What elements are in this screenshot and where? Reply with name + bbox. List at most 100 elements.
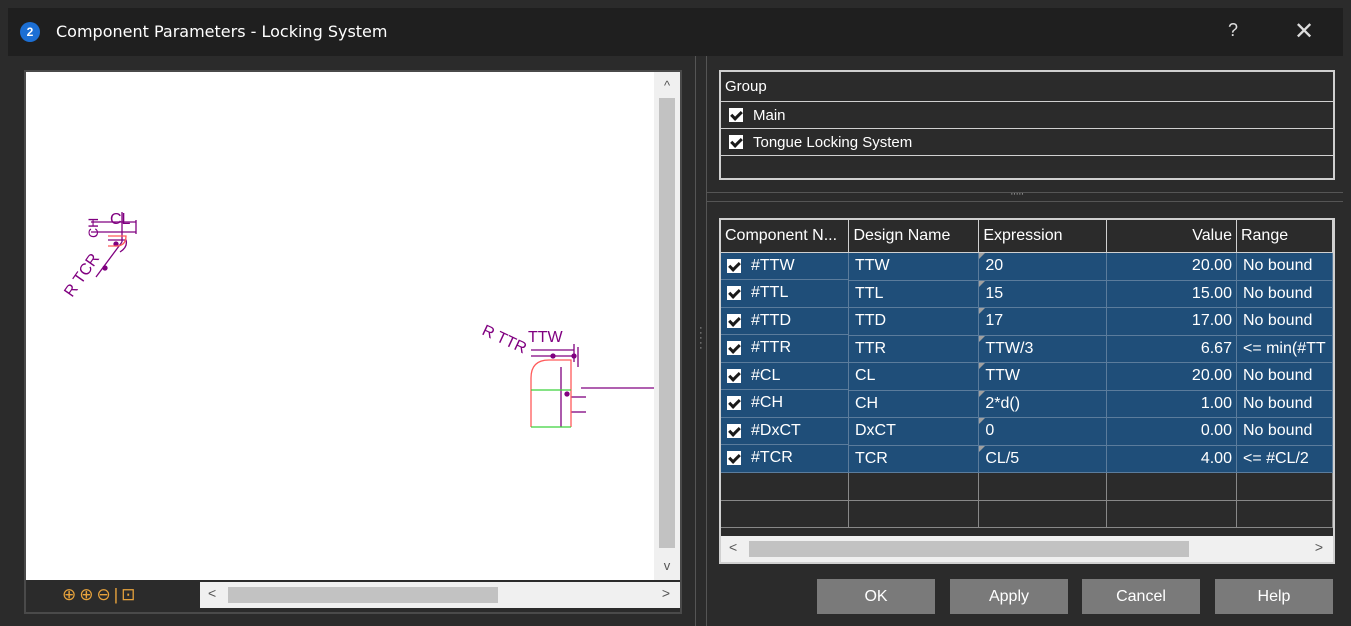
splitter-grip-icon: ····· xyxy=(1010,188,1024,200)
design-name-cell[interactable]: CH xyxy=(848,390,980,418)
grid-horizontal-scrollbar[interactable]: < > xyxy=(721,536,1333,562)
range-cell: No bound xyxy=(1236,390,1333,418)
row-checkbox[interactable] xyxy=(727,286,741,301)
table-row[interactable]: #DxCT DxCT 0 0.00 No bound xyxy=(721,417,1333,446)
group-row-main[interactable]: Main xyxy=(721,102,1333,129)
design-name-cell[interactable]: CL xyxy=(848,362,980,391)
row-checkbox[interactable] xyxy=(727,341,741,356)
design-name-cell[interactable]: DxCT xyxy=(848,417,980,446)
vertical-scroll-thumb[interactable] xyxy=(659,98,675,548)
table-row[interactable]: #TTW TTW 20 20.00 No bound xyxy=(721,252,1333,281)
range-cell: No bound xyxy=(1236,252,1333,281)
expression-cell[interactable]: 17 xyxy=(978,307,1108,336)
component-grid: Component N... Design Name Expression Va… xyxy=(719,218,1335,564)
expression-cell[interactable]: TTW/3 xyxy=(978,335,1108,363)
window-title: Component Parameters - Locking System xyxy=(56,22,388,41)
help-button[interactable]: Help xyxy=(1215,579,1333,614)
table-row[interactable]: #CL CL TTW 20.00 No bound xyxy=(721,362,1333,391)
col-header-value[interactable]: Value xyxy=(1106,220,1237,253)
value-cell: 20.00 xyxy=(1106,362,1237,391)
range-cell: No bound xyxy=(1236,280,1333,308)
component-name-cell[interactable]: #CH xyxy=(721,390,849,418)
preview-horizontal-scrollbar[interactable]: < > xyxy=(200,582,680,608)
help-icon[interactable]: ? xyxy=(1228,20,1238,41)
horizontal-scroll-thumb[interactable] xyxy=(749,541,1189,557)
group-header: Group xyxy=(721,72,1333,102)
table-row[interactable]: #TCR TCR CL/5 4.00 <= #CL/2 xyxy=(721,445,1333,473)
design-name-cell[interactable]: TTD xyxy=(848,307,980,336)
group-grid: Group Main Tongue Locking System xyxy=(719,70,1335,180)
table-row[interactable]: #CH CH 2*d() 1.00 No bound xyxy=(721,390,1333,418)
preview-vertical-scrollbar[interactable]: ^ v xyxy=(654,72,680,580)
design-name-cell[interactable]: TTR xyxy=(848,335,980,363)
component-name-cell[interactable]: #TCR xyxy=(721,445,849,473)
table-row-empty xyxy=(721,500,1333,528)
ok-button[interactable]: OK xyxy=(817,579,935,614)
table-row[interactable]: #TTD TTD 17 17.00 No bound xyxy=(721,307,1333,336)
row-checkbox[interactable] xyxy=(727,258,741,273)
col-header-component-name[interactable]: Component N... xyxy=(721,220,850,253)
scroll-up-icon[interactable]: ^ xyxy=(654,78,680,93)
cancel-button[interactable]: Cancel xyxy=(1082,579,1200,614)
row-checkbox[interactable] xyxy=(727,368,741,383)
group-row-label: Tongue Locking System xyxy=(753,133,913,151)
scroll-left-icon[interactable]: < xyxy=(729,539,737,555)
expression-cell[interactable]: 15 xyxy=(978,280,1108,308)
component-name-cell[interactable]: #TTD xyxy=(721,307,849,335)
range-cell: <= #CL/2 xyxy=(1236,445,1333,473)
scroll-right-icon[interactable]: > xyxy=(1315,539,1323,555)
scroll-left-icon[interactable]: < xyxy=(208,585,216,601)
preview-panel[interactable]: CL CH R TCR TTW R TTR ^ v ⊕⊕⊖|⊡ < > xyxy=(24,70,682,614)
component-name-cell[interactable]: #TTW xyxy=(721,252,849,280)
dim-ttw-label: TTW xyxy=(528,329,564,346)
value-cell: 1.00 xyxy=(1106,390,1237,418)
splitter-grip-icon: ····· xyxy=(699,322,703,354)
preview-drawing: CL CH R TCR TTW R TTR xyxy=(61,211,654,428)
component-name-cell[interactable]: #CL xyxy=(721,362,849,390)
value-cell: 4.00 xyxy=(1106,445,1237,473)
component-table: Component N... Design Name Expression Va… xyxy=(721,220,1333,528)
dim-ch-label: CH xyxy=(85,218,101,238)
group-tongue-checkbox[interactable] xyxy=(729,135,743,149)
row-checkbox[interactable] xyxy=(727,451,741,466)
group-row-tongue[interactable]: Tongue Locking System xyxy=(721,129,1333,156)
row-checkbox[interactable] xyxy=(727,313,741,328)
col-header-expression[interactable]: Expression xyxy=(978,220,1108,253)
col-header-design-name[interactable]: Design Name xyxy=(848,220,980,253)
dim-ttr-label: R TTR xyxy=(479,322,529,357)
expression-cell[interactable]: 2*d() xyxy=(978,390,1108,418)
group-main-checkbox[interactable] xyxy=(729,108,743,122)
value-cell: 6.67 xyxy=(1106,335,1237,363)
title-bar: 2 Component Parameters - Locking System … xyxy=(8,8,1343,56)
design-name-cell[interactable]: TCR xyxy=(848,445,980,473)
design-name-cell[interactable]: TTL xyxy=(848,280,980,308)
apply-button[interactable]: Apply xyxy=(950,579,1068,614)
table-row[interactable]: #TTL TTL 15 15.00 No bound xyxy=(721,280,1333,308)
component-name-cell[interactable]: #TTR xyxy=(721,335,849,363)
component-name-cell[interactable]: #TTL xyxy=(721,280,849,308)
vertical-splitter[interactable]: · · · · · xyxy=(695,56,707,626)
expression-cell[interactable]: 0 xyxy=(978,417,1108,446)
table-row[interactable]: #TTR TTR TTW/3 6.67 <= min(#TT xyxy=(721,335,1333,363)
tongue-dimensions xyxy=(531,344,654,427)
expression-cell[interactable]: TTW xyxy=(978,362,1108,391)
expression-cell[interactable]: 20 xyxy=(978,252,1108,281)
row-checkbox[interactable] xyxy=(727,396,741,411)
app-icon: 2 xyxy=(20,22,40,42)
scroll-down-icon[interactable]: v xyxy=(654,558,680,573)
horizontal-scroll-thumb[interactable] xyxy=(228,587,498,603)
component-name-cell[interactable]: #DxCT xyxy=(721,417,849,445)
col-header-range[interactable]: Range xyxy=(1236,220,1333,253)
zoom-tools-icon[interactable]: ⊕⊕⊖|⊡ xyxy=(62,585,138,605)
range-cell: <= min(#TT xyxy=(1236,335,1333,363)
table-row-empty xyxy=(721,472,1333,501)
table-header-row: Component N... Design Name Expression Va… xyxy=(721,220,1333,253)
scroll-right-icon[interactable]: > xyxy=(662,585,670,601)
value-cell: 20.00 xyxy=(1106,252,1237,281)
horizontal-splitter[interactable]: ····· xyxy=(707,188,1343,202)
design-name-cell[interactable]: TTW xyxy=(848,252,980,281)
group-row-label: Main xyxy=(753,106,786,124)
row-checkbox[interactable] xyxy=(727,423,741,438)
close-icon[interactable]: ✕ xyxy=(1294,17,1314,46)
expression-cell[interactable]: CL/5 xyxy=(978,445,1108,473)
